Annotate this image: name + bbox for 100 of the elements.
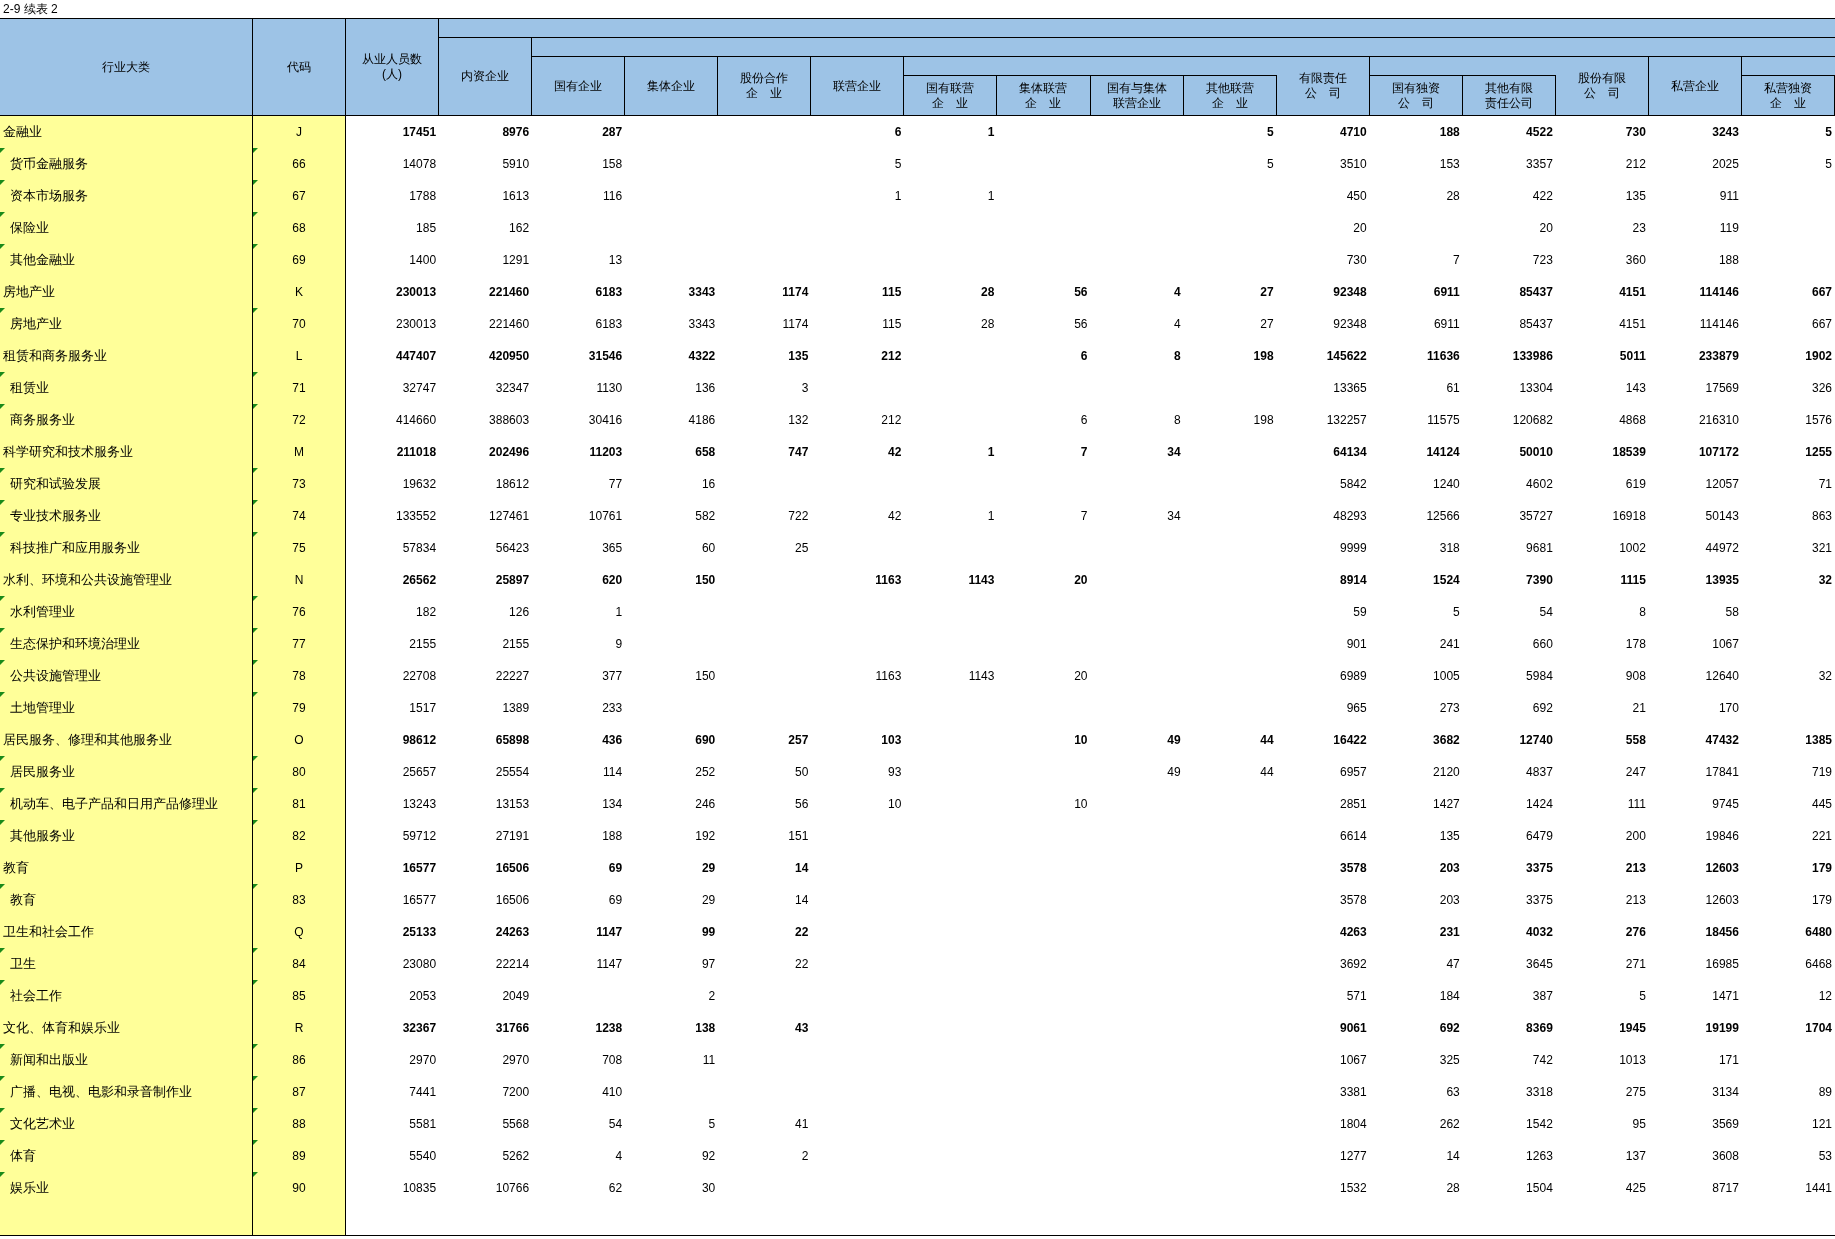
table-cell-text: 1115 xyxy=(1620,572,1646,589)
table-cell-text: 273 xyxy=(1439,700,1460,717)
table-cell-text: 257 xyxy=(788,732,809,749)
table-cell-text: 11203 xyxy=(589,444,623,461)
table-cell-text: 198 xyxy=(1253,412,1274,429)
table-cell-text: 3645 xyxy=(1526,956,1553,973)
corner-marker-icon xyxy=(0,820,5,825)
table-cell-text: 747 xyxy=(788,444,809,461)
table-cell-text: 450 xyxy=(1346,188,1367,205)
table-cell-text: 92348 xyxy=(1333,316,1367,333)
table-cell-text: 212 xyxy=(881,348,902,365)
corner-marker-icon xyxy=(253,756,258,761)
table-cell-text: 150 xyxy=(695,572,716,589)
column-header: 其他有限 责任公司 xyxy=(1462,76,1556,115)
corner-marker-icon xyxy=(0,500,5,505)
table-cell-text: 商务服务业 xyxy=(9,411,75,430)
table-cell-text: 29 xyxy=(701,860,716,877)
table-cell-text: 387 xyxy=(1532,988,1553,1005)
corner-marker-icon xyxy=(253,1140,258,1145)
table-cell-text: 126 xyxy=(509,604,530,621)
table-cell-text: 68 xyxy=(292,220,306,237)
table-cell-text: 12640 xyxy=(1705,668,1739,685)
table-cell-text: 4602 xyxy=(1526,476,1553,493)
table-cell-text: 租赁和商务服务业 xyxy=(2,347,107,366)
table-cell-text: 生态保护和环境治理业 xyxy=(9,635,140,654)
table-cell-text: 1945 xyxy=(1619,1020,1646,1037)
table-cell-text: 教育 xyxy=(2,859,29,878)
table-cell-text: 1143 xyxy=(968,668,995,685)
table-cell-text: 2 xyxy=(708,988,716,1005)
table-cell-text: 7390 xyxy=(1526,572,1553,589)
table-cell-text: 16506 xyxy=(495,860,530,877)
table-cell-text: 25133 xyxy=(402,924,437,941)
table-cell-text: 252 xyxy=(695,764,716,781)
table-cell-text: 16577 xyxy=(402,892,437,909)
table-cell-text: 16985 xyxy=(1705,956,1739,973)
table-cell-text: 42 xyxy=(888,508,902,525)
table-cell-text: 2 xyxy=(801,1148,809,1165)
table-cell-text: 133552 xyxy=(396,508,437,525)
corner-marker-icon xyxy=(253,180,258,185)
table-cell-text: 47 xyxy=(1446,956,1460,973)
table-cell-text: 土地管理业 xyxy=(9,699,75,718)
table-cell-text: 57834 xyxy=(402,540,437,557)
corner-marker-icon xyxy=(253,1172,258,1177)
table-cell-text: 居民服务、修理和其他服务业 xyxy=(2,731,172,750)
table-cell-text: 6 xyxy=(1080,412,1088,429)
table-cell-text: 30416 xyxy=(588,412,623,429)
table-cell-text: 69 xyxy=(608,892,623,909)
table-cell-text: 3578 xyxy=(1340,892,1367,909)
table-cell-text: 14 xyxy=(794,892,809,909)
table-cell-text: 71 xyxy=(292,380,306,397)
table-cell-text: 660 xyxy=(1532,636,1553,653)
corner-marker-icon xyxy=(253,692,258,697)
corner-marker-icon xyxy=(0,180,5,185)
table-cell-text: 12057 xyxy=(1705,476,1739,493)
table-cell-text: 27 xyxy=(1260,316,1274,333)
table-cell-text: 275 xyxy=(1625,1084,1646,1101)
table-cell-text: 金融业 xyxy=(2,123,42,142)
table-cell-text: 86 xyxy=(292,1052,306,1069)
table-cell-text: 5984 xyxy=(1526,668,1553,685)
corner-marker-icon xyxy=(253,500,258,505)
table-cell-text: 1 xyxy=(987,188,995,205)
table-cell-text: 机动车、电子产品和日用产品修理业 xyxy=(9,795,218,814)
table-cell-text: 8 xyxy=(1639,604,1646,621)
corner-marker-icon xyxy=(0,1172,5,1177)
table-cell-text: 69 xyxy=(292,252,306,269)
table-cell-text: 1240 xyxy=(1433,476,1460,493)
table-cell-text: 16577 xyxy=(402,860,437,877)
table-cell-text: 360 xyxy=(1625,252,1646,269)
table-cell-text: 135 xyxy=(1439,828,1460,845)
table-cell-text: 4868 xyxy=(1619,412,1646,429)
table-cell-text: 200 xyxy=(1625,828,1646,845)
table-cell-text: 10 xyxy=(1074,796,1088,813)
corner-marker-icon xyxy=(253,148,258,153)
table-cell-text: 321 xyxy=(1811,540,1832,557)
table-cell-text: 32367 xyxy=(402,1020,437,1037)
column-header: 国有独资 公 司 xyxy=(1369,76,1463,115)
corner-marker-icon xyxy=(0,596,5,601)
table-cell-text: 145622 xyxy=(1326,348,1367,365)
table-cell-text: 667 xyxy=(1811,316,1832,333)
table-cell-text: 3243 xyxy=(1712,124,1739,141)
table-cell-text: 22227 xyxy=(495,668,530,685)
table-cell-text: 专业技术服务业 xyxy=(9,507,101,526)
table-cell-text: 89 xyxy=(292,1148,306,1165)
table-cell-text: 114146 xyxy=(1699,316,1739,333)
table-cell-text: 75 xyxy=(292,540,306,557)
table-cell-text: 325 xyxy=(1439,1052,1460,1069)
table-cell-text: 276 xyxy=(1625,924,1646,941)
table-cell-text: 5 xyxy=(1266,124,1274,141)
table-cell-text: 127461 xyxy=(489,508,530,525)
table-cell-text: 23 xyxy=(1632,220,1646,237)
table-cell-text: 2970 xyxy=(502,1052,530,1069)
table-cell-text: 48293 xyxy=(1333,508,1367,525)
corner-marker-icon xyxy=(0,1076,5,1081)
table-cell-text: 8 xyxy=(1173,412,1181,429)
table-cell-text: 1002 xyxy=(1619,540,1646,557)
table-cell-text: 6468 xyxy=(1805,956,1832,973)
table-cell-text: 582 xyxy=(695,508,716,525)
table-cell-text: 116 xyxy=(603,188,623,205)
table-cell-text: 78 xyxy=(292,668,306,685)
table-cell-text: 1238 xyxy=(595,1020,623,1037)
